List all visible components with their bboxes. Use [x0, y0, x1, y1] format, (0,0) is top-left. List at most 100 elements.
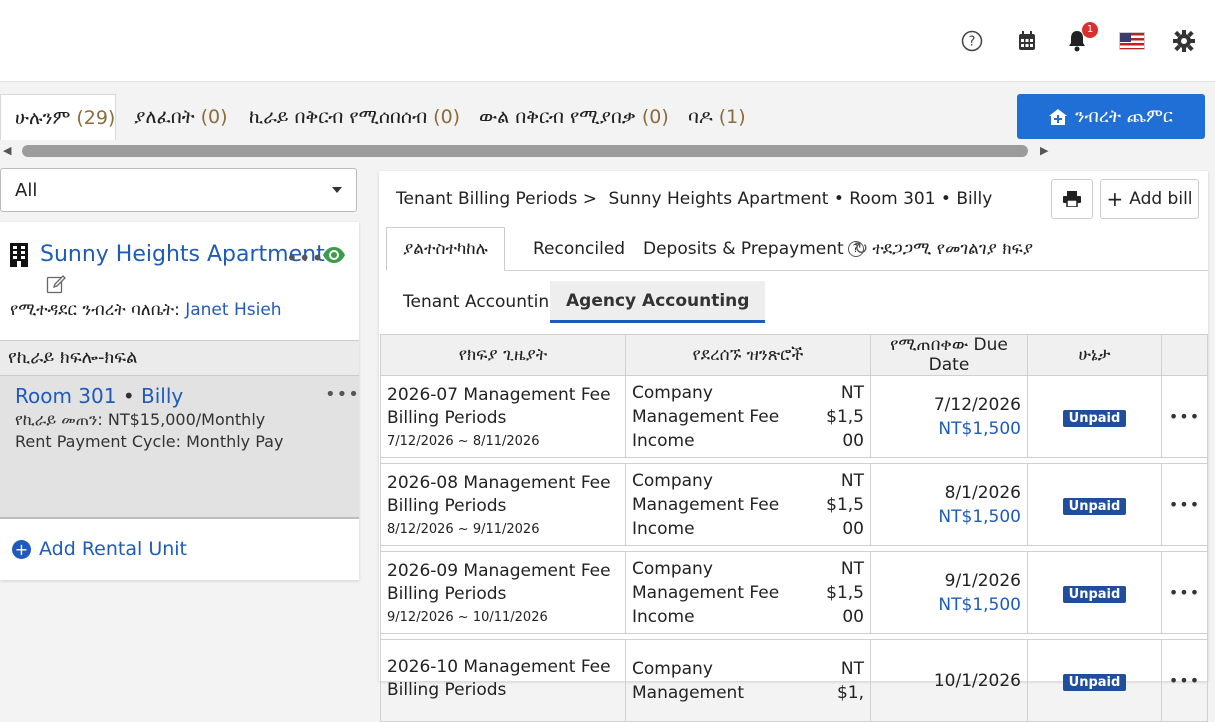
period-dates: 8/12/2026 ~ 9/11/2026: [387, 522, 540, 537]
owner-row: የሚተዳደር ንብረት ባለቤት: Janet Hsieh: [10, 300, 282, 320]
plus-icon: +: [1106, 187, 1124, 211]
table-row[interactable]: 2026-08 Management Fee Billing Periods 8/…: [380, 463, 1208, 546]
tab-lease-expiring[interactable]: ውል በቅርብ የሚያበቃ (0): [479, 94, 669, 140]
add-property-button[interactable]: ንብረት ጨምር: [1017, 94, 1205, 139]
unit-more-icon[interactable]: •••: [325, 384, 360, 405]
tab-label: ሁሉንም: [15, 106, 71, 129]
rental-unit-item[interactable]: Room 301 • Billy ••• የኪራይ መጠን: NT$15,000…: [0, 376, 359, 519]
period-name: 2026-07 Management Fee Billing Periods: [387, 385, 611, 428]
owner-label: የሚተዳደር ንብረት ባለቤት:: [10, 300, 180, 320]
unit-tenant: Billy: [141, 384, 184, 408]
tab-vacant[interactable]: ባዶ (1): [688, 94, 746, 140]
status-cell: Unpaid: [1027, 551, 1162, 634]
notification-badge: 1: [1082, 22, 1098, 38]
property-more-icon[interactable]: •••: [286, 246, 324, 270]
eye-icon[interactable]: [322, 244, 346, 266]
table-row[interactable]: 2026-09 Management Fee Billing Periods 9/…: [380, 551, 1208, 634]
tab-label: ተደጋጋሚ የመገልገያ ክፍያ: [872, 239, 1034, 259]
status-cell: Unpaid: [1027, 375, 1162, 458]
row-actions-cell: •••: [1161, 551, 1208, 634]
col-header-due-date[interactable]: የሚጠበቀው Due Date: [870, 334, 1028, 376]
item-name: Company Management: [632, 658, 744, 703]
unit-title[interactable]: Room 301 • Billy: [15, 384, 183, 408]
period-dates: 9/12/2026 ~ 10/11/2026: [387, 610, 548, 625]
tab-agency-accounting[interactable]: Agency Accounting: [550, 281, 766, 323]
item-amount: NT$1,500: [826, 558, 864, 627]
add-bill-button[interactable]: + Add bill: [1100, 179, 1199, 219]
breadcrumb-current: Sunny Heights Apartment • Room 301 • Bil…: [608, 189, 993, 209]
item-cell: Company Management NT$1,: [625, 639, 871, 722]
top-bar: ? 1: [0, 0, 1215, 82]
tab-overdue[interactable]: ያለፈበት (0): [134, 94, 228, 140]
table-header-row: የክፍያ ጊዜያት የደረሰኙ ዝንጽሮች የሚጠበቀው Due Date ሁኔ…: [380, 334, 1208, 376]
due-amount[interactable]: NT$1,500: [877, 593, 1021, 617]
tab-label: Deposits & Prepayment: [643, 239, 844, 259]
billing-detail-panel: Tenant Billing Periods > Sunny Heights A…: [379, 171, 1208, 722]
property-name[interactable]: Sunny Heights Apartment: [40, 242, 325, 267]
row-more-icon[interactable]: •••: [1169, 671, 1200, 690]
tab-all[interactable]: ሁሉንም (29): [0, 94, 116, 140]
due-cell: 10/1/2026: [870, 639, 1028, 722]
scrollbar-thumb[interactable]: [22, 145, 1028, 157]
us-flag-icon[interactable]: [1117, 26, 1147, 56]
item-name: Company Management Fee Income: [632, 558, 780, 627]
due-cell: 8/1/2026 NT$1,500: [870, 463, 1028, 546]
tab-unreconciled[interactable]: ያልተስተካከሉ: [386, 227, 505, 271]
col-header-actions: [1161, 334, 1208, 376]
period-cell[interactable]: 2026-07 Management Fee Billing Periods 7/…: [380, 375, 626, 458]
due-date: 7/12/2026: [933, 394, 1021, 415]
status-cell: Unpaid: [1027, 639, 1162, 722]
due-amount[interactable]: NT$1,500: [877, 417, 1021, 441]
due-date: 8/1/2026: [944, 482, 1021, 503]
bell-icon[interactable]: 1: [1062, 22, 1098, 56]
unit-separator: •: [122, 384, 135, 408]
item-cell: Company Management Fee Income NT$1,500: [625, 375, 871, 458]
unit-rent: የኪራይ መጠን: NT$15,000/Monthly: [15, 410, 266, 429]
col-header-status[interactable]: ሁኔታ: [1027, 334, 1162, 376]
scroll-right-icon[interactable]: ▶: [1040, 144, 1048, 157]
row-more-icon[interactable]: •••: [1169, 495, 1200, 514]
tabs-scrollbar[interactable]: ◀ ▶: [0, 142, 1055, 160]
filter-value: All: [15, 179, 38, 201]
period-dates: 7/12/2026 ~ 8/11/2026: [387, 434, 540, 449]
col-header-period[interactable]: የክፍያ ጊዜያት: [380, 334, 626, 376]
period-cell[interactable]: 2026-08 Management Fee Billing Periods 8/…: [380, 463, 626, 546]
owner-name[interactable]: Janet Hsieh: [185, 300, 281, 320]
plus-circle-icon: +: [12, 539, 31, 559]
status-badge: Unpaid: [1062, 585, 1127, 603]
scroll-left-icon[interactable]: ◀: [3, 144, 11, 157]
add-rental-unit-button[interactable]: + Add Rental Unit: [12, 538, 187, 560]
gear-icon[interactable]: [1169, 26, 1199, 56]
table-row[interactable]: 2026-07 Management Fee Billing Periods 7/…: [380, 375, 1208, 458]
table-row[interactable]: 2026-10 Management Fee Billing Periods Co…: [380, 639, 1208, 722]
edit-icon[interactable]: [46, 274, 66, 294]
tab-reconciled[interactable]: Reconciled: [533, 227, 625, 271]
tab-recurring-utility[interactable]: ↻ ተደጋጋሚ የመገልገያ ክፍያ: [854, 227, 1033, 271]
due-cell: 9/1/2026 NT$1,500: [870, 551, 1028, 634]
row-actions-cell: •••: [1161, 639, 1208, 722]
tab-count: (29): [76, 106, 116, 129]
help-icon[interactable]: ?: [957, 26, 987, 56]
property-status-tabs: ሁሉንም (29) ያለፈበት (0) ኪራይ በቅርብ የሚሰበሰብ (0) ውል …: [0, 94, 1010, 140]
row-more-icon[interactable]: •••: [1169, 407, 1200, 426]
bill-status-tabs: ያልተስተካከሉ Reconciled Deposits & Prepaymen…: [386, 227, 1208, 271]
add-property-label: ንብረት ጨምር: [1075, 106, 1173, 127]
rental-units-header: የኪራይ ክፍሎ-ክፍል: [0, 340, 359, 376]
status-badge: Unpaid: [1062, 673, 1127, 691]
col-header-items[interactable]: የደረሰኙ ዝንጽሮች: [625, 334, 871, 376]
print-button[interactable]: [1051, 179, 1093, 219]
due-amount[interactable]: NT$1,500: [877, 505, 1021, 529]
chevron-down-icon: [332, 187, 342, 193]
tab-deposits-prepayment[interactable]: Deposits & Prepayment?: [643, 227, 864, 271]
property-filter-select[interactable]: All: [0, 168, 357, 212]
row-more-icon[interactable]: •••: [1169, 583, 1200, 602]
breadcrumb-root[interactable]: Tenant Billing Periods >: [396, 189, 597, 209]
period-cell[interactable]: 2026-10 Management Fee Billing Periods: [380, 639, 626, 722]
tab-rent-due-soon[interactable]: ኪራይ በቅርብ የሚሰበሰብ (0): [249, 94, 460, 140]
tab-label: ውል በቅርብ የሚያበቃ: [479, 106, 636, 128]
period-name: 2026-09 Management Fee Billing Periods: [387, 561, 611, 604]
calendar-icon[interactable]: [1012, 26, 1042, 56]
tab-tenant-accounting[interactable]: Tenant Accounting: [403, 281, 560, 323]
period-cell[interactable]: 2026-09 Management Fee Billing Periods 9/…: [380, 551, 626, 634]
tab-label: ባዶ: [688, 106, 713, 128]
